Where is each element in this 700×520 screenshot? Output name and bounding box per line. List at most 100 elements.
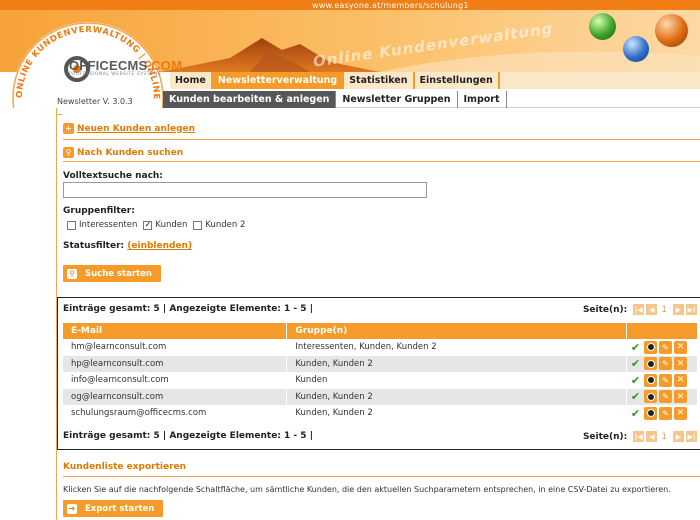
row-groups: Interessenten, Kunden, Kunden 2 bbox=[286, 339, 627, 356]
group-filter-checkboxes: Interessenten ✓ Kunden Kunden 2 bbox=[67, 220, 251, 230]
nav-tab-einstellungen[interactable]: Einstellungen bbox=[415, 72, 500, 89]
prev-page-icon[interactable]: ◀ bbox=[646, 304, 658, 315]
last-page-icon[interactable]: ▶| bbox=[686, 431, 697, 442]
column-header-groups[interactable]: Gruppe(n) bbox=[286, 323, 627, 339]
green-ball-icon bbox=[589, 13, 616, 40]
row-email: og@learnconsult.com bbox=[63, 388, 288, 406]
pager-bottom: Seite(n): |◀ ◀ 1 ▶ ▶| bbox=[583, 431, 697, 442]
table-row: info@learnconsult.com Kunden ✔ ✎ ✕ bbox=[63, 372, 698, 389]
next-page-icon[interactable]: ▶ bbox=[673, 304, 684, 315]
delete-x-icon[interactable]: ✕ bbox=[674, 406, 687, 420]
checkbox-unchecked-icon[interactable] bbox=[67, 220, 76, 230]
delete-x-icon[interactable]: ✕ bbox=[674, 340, 687, 354]
groupfilter-label: Gruppenfilter: bbox=[63, 206, 135, 216]
main-content: + Neuen Kunden anlegen ⚲ Nach Kunden suc… bbox=[56, 108, 700, 520]
delete-x-icon[interactable]: ✕ bbox=[674, 357, 687, 371]
delete-x-icon[interactable]: ✕ bbox=[674, 373, 687, 387]
export-description: Klicken Sie auf die nachfolgende Schaltf… bbox=[63, 485, 671, 494]
export-start-button[interactable]: ➜ Export starten bbox=[63, 500, 164, 517]
fulltext-search-input[interactable] bbox=[63, 182, 427, 198]
mail-status-icon[interactable] bbox=[644, 390, 657, 404]
blue-ball-icon bbox=[623, 36, 649, 62]
statusfilter-row: Statusfilter: (einblenden) bbox=[63, 241, 192, 251]
row-actions: ✔ ✎ ✕ bbox=[626, 405, 698, 422]
first-page-icon[interactable]: |◀ bbox=[633, 304, 645, 315]
group-label: Interessenten bbox=[79, 220, 138, 230]
subnav-tab-newsletter-gruppen[interactable]: Newsletter Gruppen bbox=[336, 90, 458, 108]
customer-table: E-Mail Gruppe(n) hm@learnconsult.com Int… bbox=[63, 323, 698, 422]
magnifier-icon: ⚲ bbox=[67, 268, 77, 279]
checkbox-unchecked-icon[interactable] bbox=[193, 220, 203, 230]
mail-status-icon[interactable] bbox=[644, 373, 657, 387]
next-page-icon[interactable]: ▶ bbox=[673, 431, 684, 442]
check-icon[interactable]: ✔ bbox=[629, 407, 642, 420]
edit-pencil-icon[interactable]: ✎ bbox=[659, 357, 672, 371]
row-groups: Kunden, Kunden 2 bbox=[286, 405, 627, 422]
edit-pencil-icon[interactable]: ✎ bbox=[659, 340, 672, 354]
delete-x-icon[interactable]: ✕ bbox=[674, 390, 687, 404]
column-header-email[interactable]: E-Mail bbox=[63, 323, 288, 339]
secondary-nav: Kunden bearbeiten & anlegen Newsletter G… bbox=[163, 90, 700, 108]
new-customer-link[interactable]: + Neuen Kunden anlegen bbox=[63, 123, 195, 134]
mail-status-icon[interactable] bbox=[644, 357, 657, 371]
results-panel: Einträge gesamt: 5 | Angezeigte Elemente… bbox=[57, 297, 700, 450]
checkbox-checked-icon[interactable]: ✓ bbox=[143, 220, 153, 230]
mail-status-icon[interactable] bbox=[644, 340, 657, 354]
table-row: schulungsraum@officecms.com Kunden, Kund… bbox=[63, 405, 698, 422]
column-header-actions bbox=[626, 323, 698, 339]
divider bbox=[63, 476, 700, 477]
last-page-icon[interactable]: ▶| bbox=[686, 304, 697, 315]
check-icon[interactable]: ✔ bbox=[629, 374, 642, 387]
current-page-number[interactable]: 1 bbox=[661, 432, 667, 442]
mail-status-icon[interactable] bbox=[644, 406, 657, 420]
row-actions: ✔ ✎ ✕ bbox=[626, 355, 698, 372]
export-start-label: Export starten bbox=[85, 503, 155, 514]
group-checkbox-interessenten[interactable]: Interessenten bbox=[67, 220, 137, 230]
row-email: hp@learnconsult.com bbox=[63, 355, 288, 373]
subnav-tab-import[interactable]: Import bbox=[458, 90, 507, 108]
edit-pencil-icon[interactable]: ✎ bbox=[659, 373, 672, 387]
table-row: hm@learnconsult.com Interessenten, Kunde… bbox=[63, 339, 698, 356]
group-label: Kunden bbox=[155, 220, 188, 230]
row-email: schulungsraum@officecms.com bbox=[63, 405, 288, 422]
row-groups: Kunden bbox=[286, 372, 627, 389]
add-user-icon: + bbox=[63, 123, 74, 134]
nav-tab-home[interactable]: Home bbox=[170, 72, 213, 89]
edit-pencil-icon[interactable]: ✎ bbox=[659, 390, 672, 404]
search-start-label: Suche starten bbox=[85, 268, 152, 279]
edit-pencil-icon[interactable]: ✎ bbox=[659, 406, 672, 420]
magnifier-icon: ⚲ bbox=[63, 147, 74, 158]
search-customer-link[interactable]: ⚲ Nach Kunden suchen bbox=[63, 147, 183, 158]
officecms-logo-disc: ONLINE KUNDENVERWALTUNG | ONLINE KUNDENV… bbox=[0, 2, 164, 108]
search-start-button[interactable]: ⚲ Suche starten bbox=[63, 265, 161, 282]
pager-label: Seite(n): bbox=[582, 304, 628, 315]
site-url: www.easyone.at/members/schulung1 bbox=[312, 1, 469, 10]
current-page-number[interactable]: 1 bbox=[661, 305, 667, 315]
check-icon[interactable]: ✔ bbox=[629, 341, 642, 354]
pager-label: Seite(n): bbox=[582, 431, 628, 442]
row-actions: ✔ ✎ ✕ bbox=[626, 372, 698, 389]
nav-tab-statistiken[interactable]: Statistiken bbox=[344, 72, 415, 89]
group-checkbox-kunden[interactable]: ✓ Kunden bbox=[143, 220, 187, 230]
nav-tab-newsletterverwaltung[interactable]: Newsletterverwaltung bbox=[212, 72, 345, 89]
new-customer-label: Neuen Kunden anlegen bbox=[77, 123, 196, 134]
logo-tagline: PROFESSIONAL WEBSITE SYSTEMS bbox=[69, 72, 162, 77]
check-icon[interactable]: ✔ bbox=[629, 390, 642, 403]
orange-ball-icon bbox=[655, 14, 688, 47]
divider bbox=[63, 139, 700, 140]
version-label: Newsletter V. 3.0.3 bbox=[57, 97, 133, 106]
prev-page-icon[interactable]: ◀ bbox=[646, 431, 658, 442]
statusfilter-toggle-link[interactable]: (einblenden) bbox=[127, 241, 192, 251]
group-label: Kunden 2 bbox=[205, 220, 246, 230]
fulltext-label: Volltextsuche nach: bbox=[63, 171, 163, 181]
row-email: info@learnconsult.com bbox=[63, 372, 288, 389]
first-page-icon[interactable]: |◀ bbox=[633, 431, 645, 442]
row-actions: ✔ ✎ ✕ bbox=[626, 339, 698, 356]
divider bbox=[63, 161, 700, 162]
results-summary-top: Einträge gesamt: 5 | Angezeigte Elemente… bbox=[63, 304, 313, 314]
check-icon[interactable]: ✔ bbox=[629, 357, 642, 370]
export-section-title: Kundenliste exportieren bbox=[63, 462, 187, 472]
arrow-right-icon: ➜ bbox=[67, 503, 77, 514]
subnav-tab-kunden[interactable]: Kunden bearbeiten & anlegen bbox=[163, 90, 337, 108]
group-checkbox-kunden-2[interactable]: Kunden 2 bbox=[193, 220, 245, 230]
